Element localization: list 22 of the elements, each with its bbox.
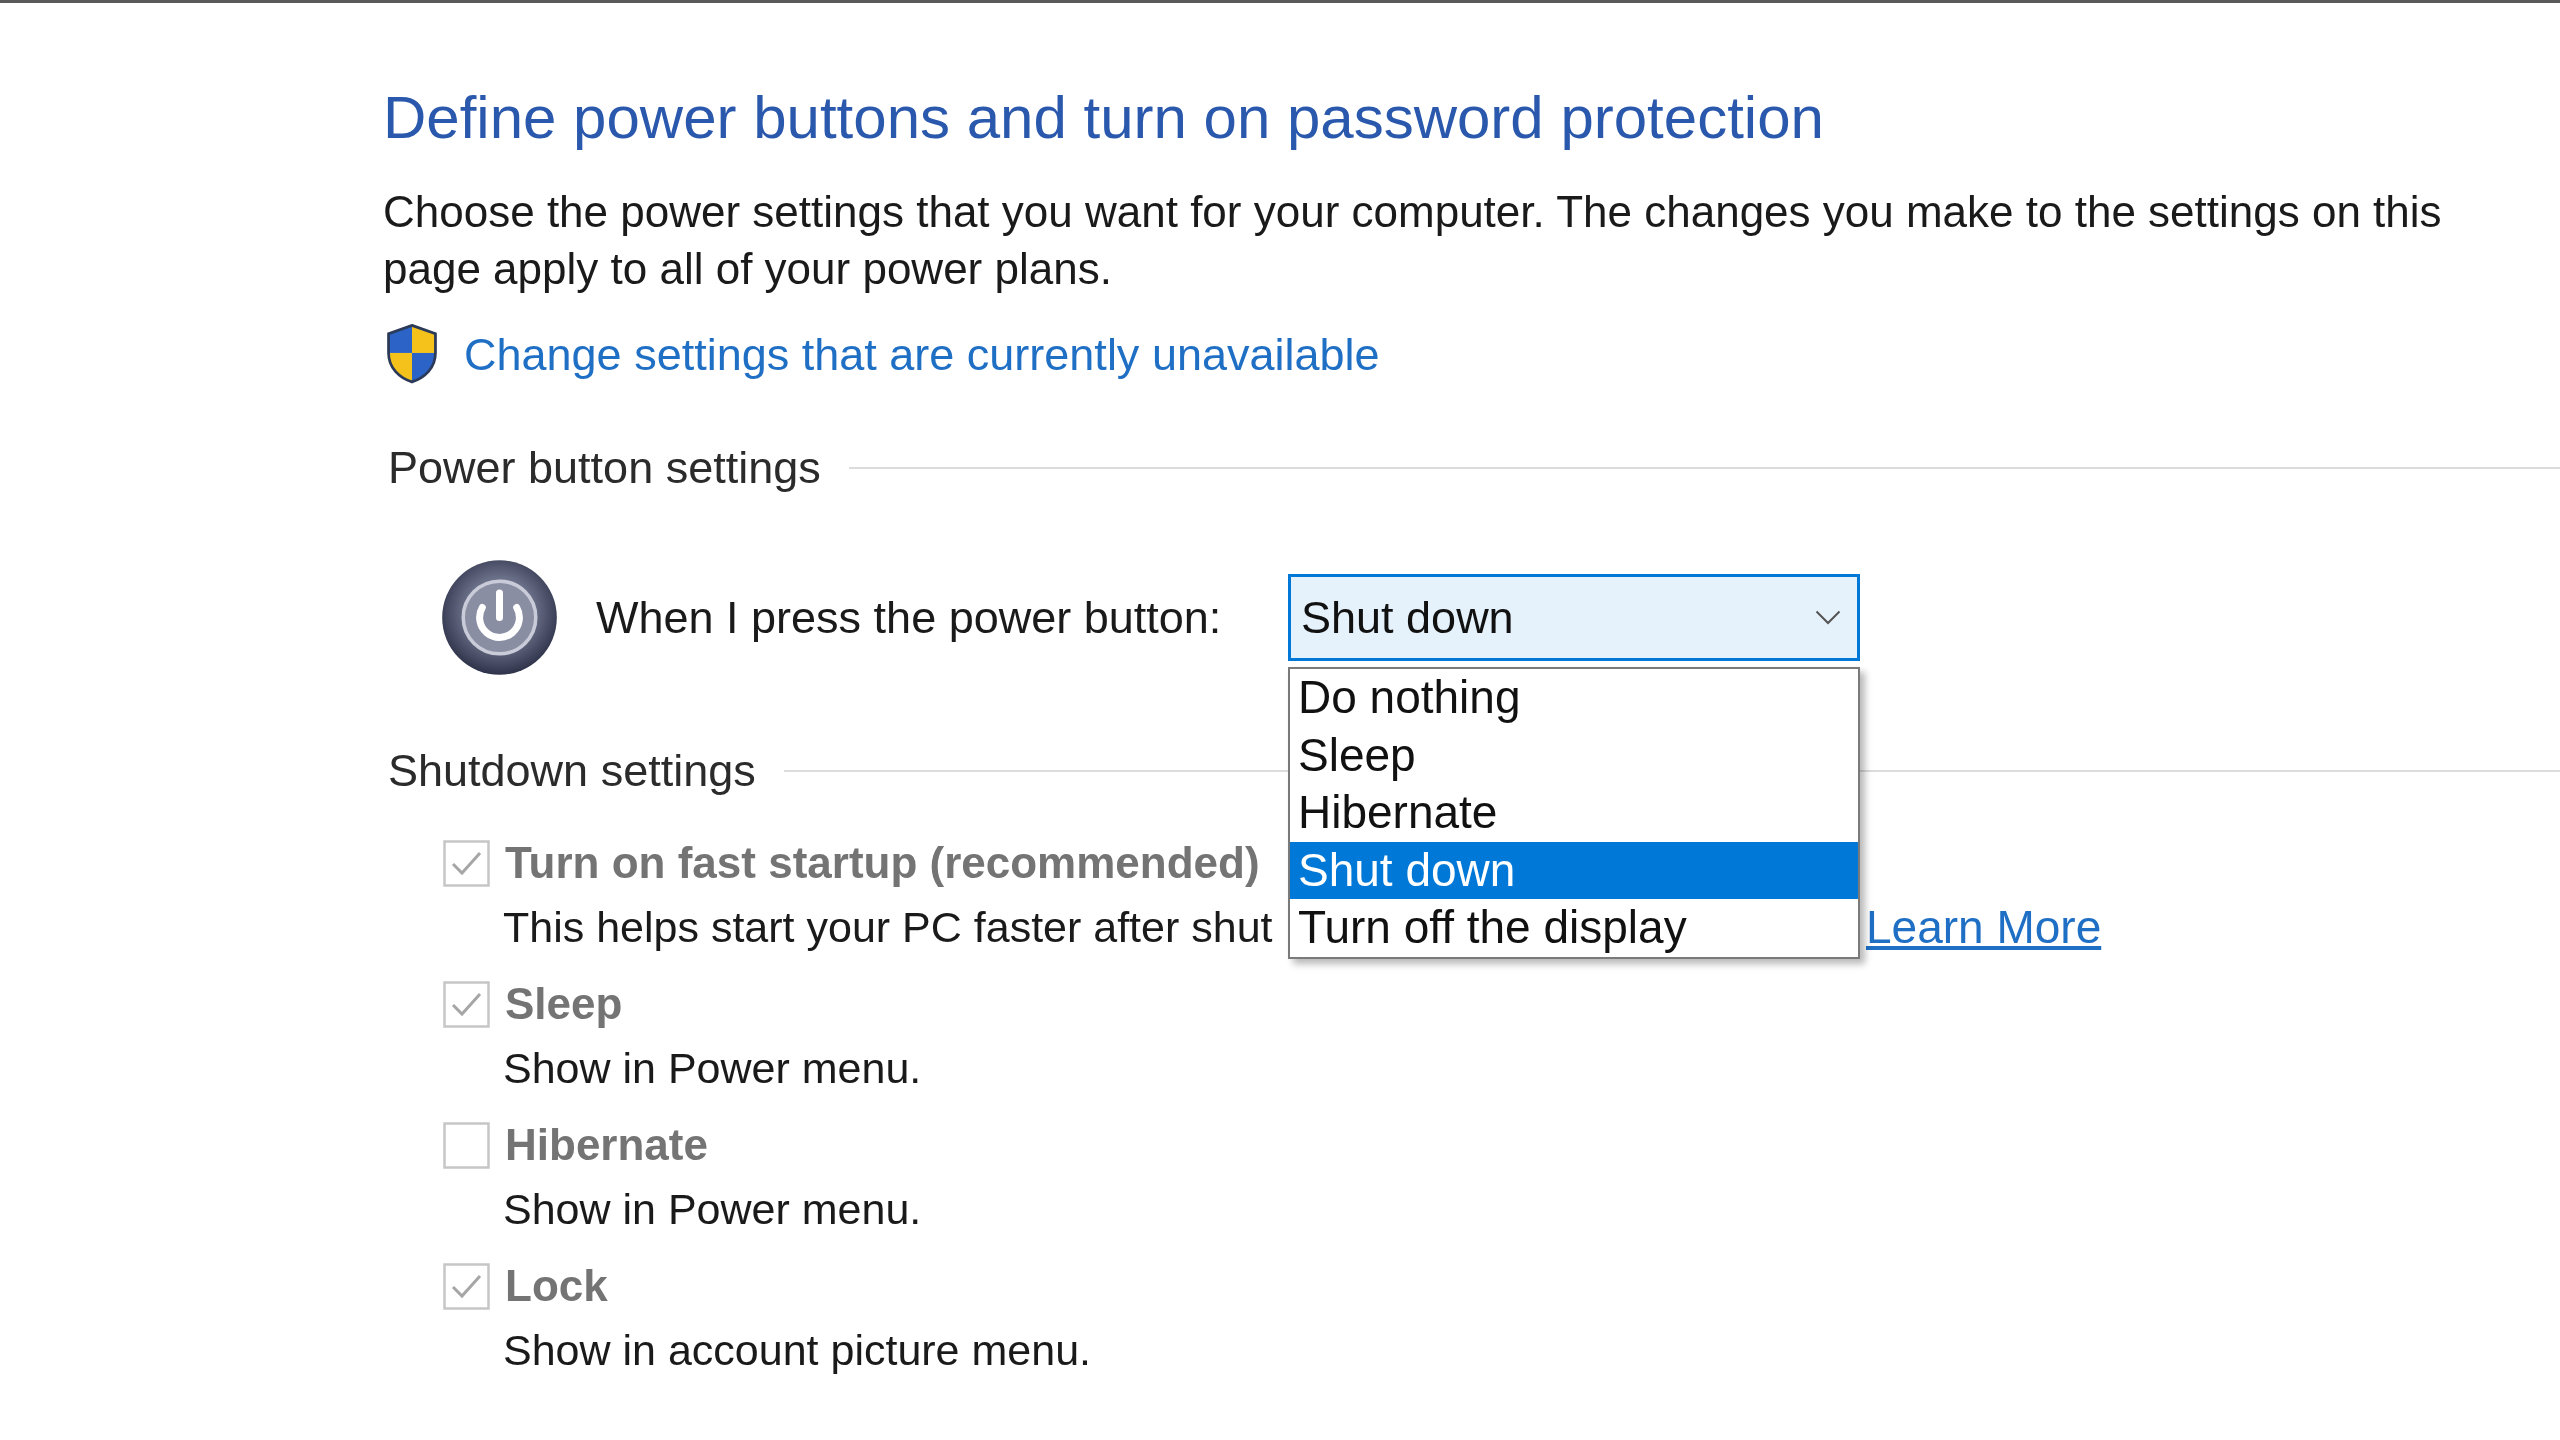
checkbox-label: Turn on fast startup (recommended) <box>505 837 1260 889</box>
checkbox-label: Lock <box>505 1260 608 1312</box>
field-label: When I press the power button: <box>596 590 1223 645</box>
dropdown-option[interactable]: Do nothing <box>1290 669 1858 727</box>
checkbox-label: Sleep <box>505 978 623 1030</box>
option-description: Show in Power menu. <box>503 1183 922 1235</box>
chevron-icon <box>1815 610 1841 625</box>
action-dropdown[interactable]: Shut down <box>1288 574 1860 661</box>
checkbox-label: Hibernate <box>505 1119 708 1171</box>
option-description: This helps start your PC faster after shut <box>503 901 1274 953</box>
section-heading: Shutdown settings <box>387 744 756 798</box>
page-title: Define power buttons and turn on password protection <box>383 83 1825 153</box>
description-text: Choose the power settings that you want for your computer. The changes you make to the settings on this page apply to all of your power plans. <box>383 186 2443 295</box>
dropdown-option[interactable]: Shut down <box>1290 841 1858 899</box>
dropdown-option[interactable]: Sleep <box>1290 726 1858 784</box>
power-icon <box>441 559 558 676</box>
dropdown-option[interactable]: Turn off the display <box>1290 899 1858 957</box>
option-description: Show in account picture menu. <box>503 1324 1091 1376</box>
section-heading: Power button settings <box>387 441 821 495</box>
change-settings-link[interactable]: Change settings that are currently unavailable <box>464 325 1380 383</box>
option-description: Show in Power menu. <box>503 1042 922 1094</box>
dropdown-option[interactable]: Hibernate <box>1290 784 1858 842</box>
